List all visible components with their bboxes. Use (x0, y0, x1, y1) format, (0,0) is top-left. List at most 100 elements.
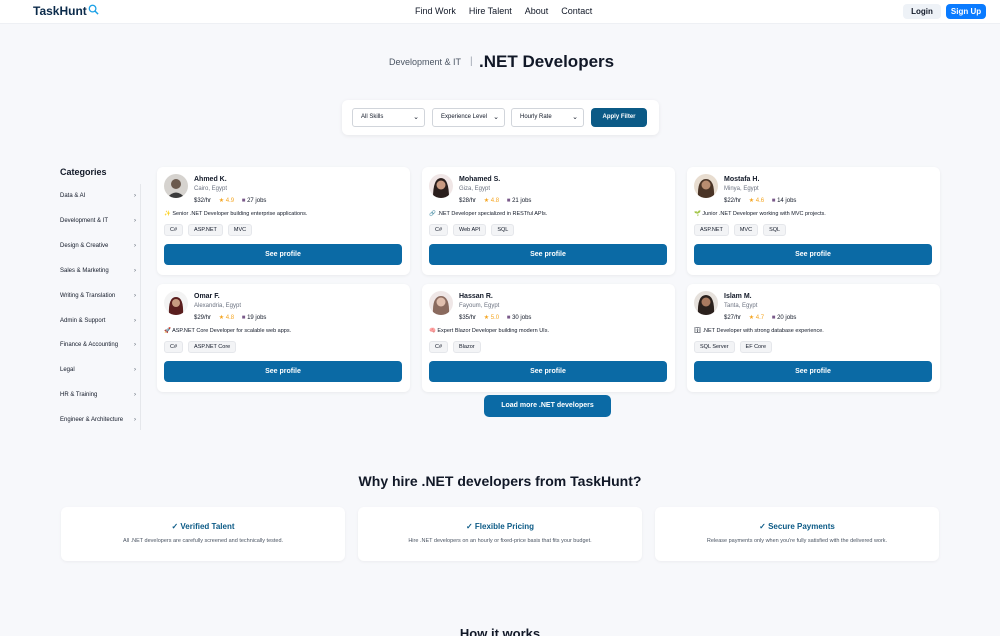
feature-title: ✓ Secure Payments (759, 522, 835, 531)
link-icon: 🔗 (429, 211, 436, 217)
rate-select-value: Hourly Rate (520, 114, 552, 120)
description-text: .NET Developer with strong database expe… (702, 328, 824, 334)
page-title: .NET Developers (479, 52, 615, 71)
feature-title: ✓ Flexible Pricing (465, 522, 535, 531)
rocket-icon: 🚀 (164, 328, 171, 334)
skill-tag: MVC (733, 224, 759, 236)
avatar (694, 174, 718, 198)
briefcase-icon: ■ (241, 198, 246, 204)
chevron-right-icon: › (134, 218, 136, 224)
skill-tags: ASP.NET MVC SQL (694, 224, 787, 236)
feature-description: All .NET developers are carefully screen… (122, 538, 284, 544)
experience-select[interactable]: Experience Level ⌄ (432, 108, 505, 127)
seedling-icon: 🌱 (694, 211, 701, 217)
chevron-right-icon: › (134, 243, 136, 249)
nav-link-find-work[interactable]: Find Work (415, 6, 456, 16)
sidebar-item-legal[interactable]: Legal › (60, 367, 136, 373)
see-profile-button[interactable]: See profile (164, 361, 402, 382)
breadcrumb-category[interactable]: Development & IT (389, 57, 461, 67)
apply-filter-button[interactable]: Apply Filter (591, 108, 647, 127)
developer-location: Fayoum, Egypt (459, 303, 500, 309)
sidebar-item-development-it[interactable]: Development & IT › (60, 218, 136, 224)
login-button[interactable]: Login (903, 4, 941, 19)
developer-meta: $35/hr ★ 5.0 ■ 30 jobs (459, 314, 531, 321)
nav-links: Find Work Hire Talent About Contact (415, 6, 592, 16)
briefcase-icon: ■ (771, 198, 776, 204)
chevron-right-icon: › (134, 392, 136, 398)
skill-tag: ASP.NET Core (188, 341, 237, 353)
nav-link-hire-talent[interactable]: Hire Talent (469, 6, 512, 16)
developer-description: ✨ Senior .NET Developer building enterpr… (164, 211, 307, 217)
sidebar-item-sales-marketing[interactable]: Sales & Marketing › (60, 268, 136, 274)
developer-description: 🔗 .NET Developer specialized in RESTful … (429, 211, 547, 217)
signup-button[interactable]: Sign Up (946, 4, 986, 19)
description-text: .NET Developer specialized in RESTful AP… (437, 211, 548, 217)
chevron-down-icon: ⌄ (572, 114, 578, 121)
see-profile-button[interactable]: See profile (429, 244, 667, 265)
developer-card: Omar F. Alexandria, Egypt $29/hr ★ 4.8 ■… (157, 284, 410, 392)
see-profile-button[interactable]: See profile (694, 361, 932, 382)
developer-location: Minya, Egypt (724, 186, 759, 192)
skill-tags: C# ASP.NET MVC (164, 224, 253, 236)
logo[interactable]: TaskHunt (33, 4, 99, 18)
rating: 4.8 (490, 198, 500, 204)
hourly-rate: $28/hr (459, 198, 477, 204)
developer-card: Mohamed S. Giza, Egypt $28/hr ★ 4.8 ■ 21… (422, 167, 675, 275)
description-text: ASP.NET Core Developer for scalable web … (172, 328, 292, 334)
rate-select[interactable]: Hourly Rate ⌄ (511, 108, 584, 127)
skill-tag: C# (164, 341, 184, 353)
sidebar-item-label: Sales & Marketing (60, 268, 109, 274)
description-text: Expert Blazor Developer building modern … (437, 328, 549, 334)
sidebar-item-data-ai[interactable]: Data & AI › (60, 193, 136, 199)
navbar: TaskHunt Find Work Hire Talent About Con… (0, 0, 1000, 24)
load-more-button[interactable]: Load more .NET developers (484, 395, 611, 417)
developer-name[interactable]: Ahmed K. (194, 176, 227, 183)
hourly-rate: $22/hr (724, 198, 742, 204)
avatar (429, 291, 453, 315)
skills-select-value: All Skills (361, 114, 384, 120)
nav-link-contact[interactable]: Contact (561, 6, 592, 16)
developer-meta: $29/hr ★ 4.8 ■ 19 jobs (194, 314, 266, 321)
see-profile-button[interactable]: See profile (694, 244, 932, 265)
category-sidebar: Data & AI › Development & IT › Design & Cr… (57, 184, 141, 430)
filter-bar: All Skills ⌄ Experience Level ⌄ Hourly R… (342, 100, 659, 135)
skill-tag: C# (429, 341, 449, 353)
categories-title: Categories (60, 167, 107, 177)
developer-name[interactable]: Islam M. (724, 293, 752, 300)
rating: 4.6 (755, 198, 765, 204)
skill-tag: SQL (763, 224, 787, 236)
feature-card-verified: ✓ Verified Talent All .NET developers ar… (61, 507, 345, 561)
sidebar-item-engineer-architecture[interactable]: Engineer & Architecture › (60, 417, 136, 423)
sidebar-item-admin-support[interactable]: Admin & Support › (60, 318, 136, 324)
developer-name[interactable]: Hassan R. (459, 293, 493, 300)
sidebar-item-label: Data & AI (60, 193, 86, 199)
sidebar-item-label: Finance & Accounting (60, 342, 119, 348)
developer-name[interactable]: Omar F. (194, 293, 220, 300)
skill-tag: Web API (453, 224, 487, 236)
star-icon: ★ (748, 198, 755, 204)
sparkle-icon: ✨ (164, 211, 171, 217)
skills-select[interactable]: All Skills ⌄ (352, 108, 425, 127)
developer-description: 🚀 ASP.NET Core Developer for scalable we… (164, 328, 291, 334)
avatar (164, 174, 188, 198)
jobs-count: 14 jobs (777, 198, 797, 204)
developer-description: 🧠 Expert Blazor Developer building moder… (429, 328, 549, 334)
sidebar-item-label: Admin & Support (60, 318, 106, 324)
see-profile-button[interactable]: See profile (429, 361, 667, 382)
sidebar-item-finance-accounting[interactable]: Finance & Accounting › (60, 342, 136, 348)
sidebar-item-writing-translation[interactable]: Writing & Translation › (60, 293, 136, 299)
sidebar-item-hr-training[interactable]: HR & Training › (60, 392, 136, 398)
see-profile-button[interactable]: See profile (164, 244, 402, 265)
jobs-count: 30 jobs (512, 315, 532, 321)
developer-name[interactable]: Mostafa H. (724, 176, 759, 183)
sidebar-item-design-creative[interactable]: Design & Creative › (60, 243, 136, 249)
why-section-title: Why hire .NET developers from TaskHunt? (358, 473, 642, 489)
developer-card: Ahmed K. Cairo, Egypt $32/hr ★ 4.9 ■ 27 … (157, 167, 410, 275)
skill-tag: Blazor (453, 341, 481, 353)
chevron-right-icon: › (134, 318, 136, 324)
feature-description: Release payments only when you're fully … (706, 538, 888, 544)
developer-card: Hassan R. Fayoum, Egypt $35/hr ★ 5.0 ■ 3… (422, 284, 675, 392)
developer-name[interactable]: Mohamed S. (459, 176, 500, 183)
sidebar-item-label: HR & Training (60, 392, 98, 398)
nav-link-about[interactable]: About (525, 6, 549, 16)
